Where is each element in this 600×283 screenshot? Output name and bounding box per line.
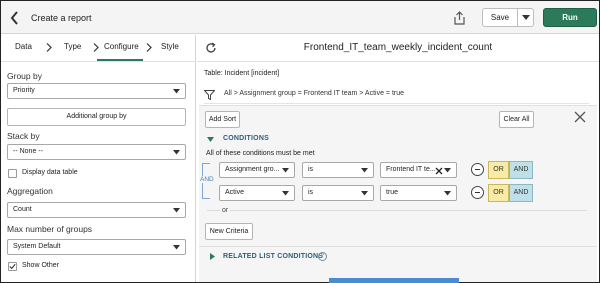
or-text: or	[220, 207, 231, 214]
report-title-bar: Frontend_IT_team_weekly_incident_count	[197, 35, 599, 62]
caret-down-icon	[282, 168, 289, 173]
group-by-label: Group by	[7, 71, 42, 81]
save-button[interactable]: Save	[483, 9, 517, 26]
share-icon[interactable]	[453, 10, 466, 26]
condition-field-value: Assignment gro...	[225, 166, 280, 173]
caret-down-icon	[444, 191, 451, 196]
display-data-table-checkbox[interactable]	[8, 169, 17, 178]
group-by-value: Priority	[13, 87, 35, 94]
step-type[interactable]: Type	[64, 42, 81, 51]
caret-down-icon[interactable]	[521, 15, 531, 21]
additional-group-by-button[interactable]: Additional group by	[7, 108, 186, 126]
header-bar: Create a report Save Run	[1, 1, 599, 34]
or-button[interactable]: OR	[488, 184, 509, 202]
max-groups-value: System Default	[13, 243, 61, 250]
condition-operator-value: is	[308, 189, 314, 196]
stack-by-select[interactable]: -- None --	[7, 144, 186, 160]
table-label: Table: Incident [incident]	[204, 70, 280, 77]
caret-down-icon	[173, 245, 180, 250]
caret-down-icon	[444, 168, 451, 173]
conditions-note: All of these conditions must be met	[206, 150, 315, 157]
condition-operator-select[interactable]: is	[302, 185, 374, 201]
step-data[interactable]: Data	[15, 42, 32, 51]
filter-funnel-icon[interactable]	[204, 90, 215, 100]
caret-down-icon	[361, 168, 368, 173]
page-title: Create a report	[31, 13, 92, 23]
save-divider	[517, 9, 518, 26]
checkmark-icon	[9, 263, 16, 270]
new-criteria-button[interactable]: New Criteria	[205, 223, 253, 240]
display-data-table-label: Display data table	[22, 169, 78, 176]
caret-down-icon	[282, 191, 289, 196]
chart-preview-edge	[329, 278, 459, 283]
aggregation-select[interactable]: Count	[7, 202, 186, 218]
condition-value-field[interactable]: Frontend IT te...	[380, 162, 457, 178]
stack-by-label: Stack by	[7, 131, 40, 141]
condition-value-text: Frontend IT te...	[386, 166, 436, 173]
condition-value-select[interactable]: true	[380, 185, 457, 201]
step-configure[interactable]: Configure	[104, 42, 139, 51]
report-right-panel: Frontend_IT_team_weekly_incident_count T…	[197, 35, 599, 283]
or-divider	[207, 210, 587, 211]
divider	[199, 246, 597, 247]
help-icon[interactable]: ?	[318, 252, 327, 261]
remove-condition-button[interactable]	[471, 186, 484, 199]
caret-down-icon	[173, 89, 180, 94]
condition-value-text: true	[386, 189, 399, 196]
conditions-heading[interactable]: CONDITIONS	[223, 135, 269, 142]
related-list-heading[interactable]: RELATED LIST CONDITIONS	[223, 253, 323, 260]
show-other-label: Show Other	[22, 262, 59, 269]
and-button[interactable]: AND	[509, 161, 533, 179]
and-button[interactable]: AND	[509, 184, 533, 202]
caret-down-icon	[173, 150, 180, 155]
show-other-checkbox[interactable]	[8, 262, 17, 271]
filter-breadcrumb[interactable]: All > Assignment group = Frontend IT tea…	[224, 90, 404, 97]
caret-down-icon	[173, 208, 180, 213]
caret-down-icon	[361, 191, 368, 196]
clear-value-icon[interactable]	[435, 167, 443, 175]
add-sort-button[interactable]: Add Sort	[205, 111, 240, 128]
triangle-down-icon[interactable]	[207, 136, 214, 143]
or-button[interactable]: OR	[488, 161, 509, 179]
report-title[interactable]: Frontend_IT_team_weekly_incident_count	[197, 42, 599, 53]
back-chevron-icon[interactable]	[9, 11, 21, 25]
condition-operator-select[interactable]: is	[302, 162, 374, 178]
save-button-group[interactable]: Save	[482, 8, 534, 27]
max-groups-select[interactable]: System Default	[7, 239, 186, 255]
active-step-indicator	[97, 59, 143, 61]
step-nav: Data Type Configure Style	[1, 35, 196, 62]
config-left-panel: Data Type Configure Style Group by Prior…	[1, 35, 196, 282]
and-connector-label: AND	[200, 176, 214, 183]
chevron-right-icon	[93, 43, 99, 52]
run-button[interactable]: Run	[543, 8, 597, 27]
stack-by-value: -- None --	[13, 148, 43, 155]
close-icon[interactable]	[574, 111, 586, 123]
condition-operator-value: is	[308, 166, 314, 173]
condition-field-select[interactable]: Assignment gro...	[219, 162, 295, 178]
divider	[204, 103, 589, 104]
clear-all-button[interactable]: Clear All	[499, 111, 534, 128]
aggregation-value: Count	[13, 206, 32, 213]
max-groups-label: Max number of groups	[7, 224, 93, 234]
group-by-select[interactable]: Priority	[7, 83, 186, 99]
chevron-right-icon	[46, 43, 52, 52]
remove-condition-button[interactable]	[471, 163, 484, 176]
condition-field-select[interactable]: Active	[219, 185, 295, 201]
triangle-right-icon[interactable]	[209, 253, 216, 260]
condition-field-value: Active	[225, 189, 245, 196]
chevron-right-icon	[146, 43, 152, 52]
step-style[interactable]: Style	[161, 42, 179, 51]
condition-builder: Add Sort Clear All CONDITIONS All of the…	[199, 105, 597, 283]
aggregation-label: Aggregation	[7, 186, 53, 196]
